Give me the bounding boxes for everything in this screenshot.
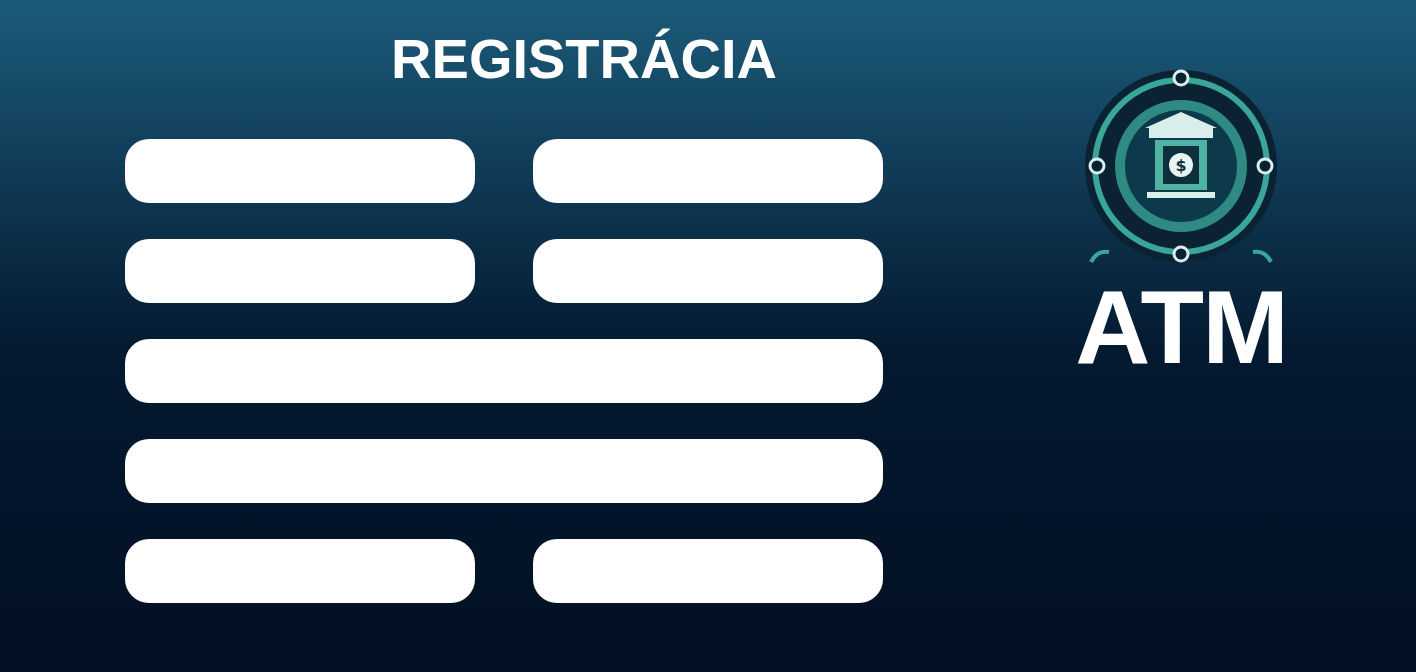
field-grid [125, 139, 883, 603]
text-field[interactable] [125, 139, 475, 203]
atm-logo: $ ATM [1061, 66, 1301, 672]
svg-text:$: $ [1175, 156, 1186, 175]
text-field[interactable] [125, 439, 883, 503]
text-field[interactable] [125, 539, 475, 603]
bank-coin-icon: $ [1061, 66, 1301, 271]
logo-text: ATM [1075, 275, 1287, 379]
text-field[interactable] [125, 239, 475, 303]
text-field[interactable] [533, 139, 883, 203]
text-field[interactable] [533, 539, 883, 603]
registration-form: REGISTRÁCIA [0, 0, 883, 672]
text-field[interactable] [533, 239, 883, 303]
form-title: REGISTRÁCIA [125, 24, 883, 94]
text-field[interactable] [125, 339, 883, 403]
registration-page: REGISTRÁCIA $ ATM [0, 0, 1416, 672]
